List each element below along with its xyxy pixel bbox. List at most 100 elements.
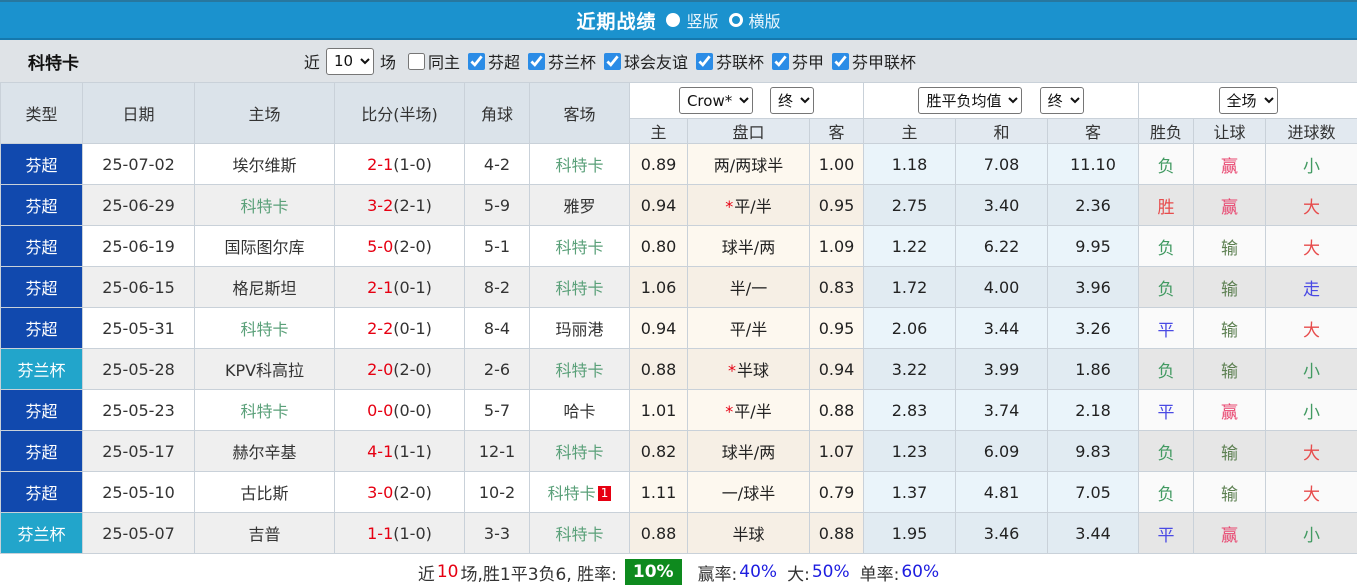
cell-handicap: 半/一 (687, 266, 810, 308)
cell-corner: 8-2 (464, 266, 530, 308)
layout-vertical-option[interactable]: 竖版 (666, 8, 719, 32)
league-checkbox-1[interactable] (527, 52, 545, 70)
games-label: 场 (379, 53, 396, 72)
cell-result-wdl: 胜 (1138, 184, 1195, 226)
match-row: 芬超 25-06-19 国际图尔库 5-0(2-0) 5-1 科特卡 0.80 球半/两 1.0… (0, 225, 1357, 267)
avg-select-group: 胜平负均值 终 (863, 82, 1140, 119)
cell-odds-away: 0.95 (808, 307, 865, 349)
cell-result-wdl: 负 (1138, 348, 1195, 390)
scope-select-group: 全场 (1138, 82, 1357, 119)
subcol-handicap: 盘口 (687, 118, 810, 144)
cell-handicap: 两/两球半 (687, 143, 810, 185)
cell-odds-home: 0.94 (629, 184, 688, 226)
half-score: (2-0) (393, 236, 432, 256)
cell-avg-away: 9.95 (1047, 225, 1140, 267)
cell-handicap: *半球 (687, 348, 810, 390)
recent-label: 近 (303, 53, 320, 72)
cell-corner: 3-3 (464, 512, 530, 554)
half-score: (0-1) (393, 277, 432, 297)
half-score: (0-0) (393, 400, 432, 420)
recent-count-select[interactable]: 10 (325, 47, 374, 75)
full-score: 2-0 (367, 359, 394, 379)
cell-result-goals: 走 (1265, 266, 1357, 308)
cell-result-handicap: 输 (1193, 348, 1267, 390)
cell-avg-draw: 4.00 (955, 266, 1049, 308)
big-rate-label: 大: (787, 564, 810, 585)
cell-avg-home: 2.75 (863, 184, 957, 226)
col-header-score: 比分(半场) (334, 82, 465, 144)
cell-corner: 5-7 (464, 389, 530, 431)
cell-result-handicap: 赢 (1193, 184, 1267, 226)
summary-recent-count: 10 (436, 562, 459, 582)
cell-avg-home: 3.22 (863, 348, 957, 390)
full-score: 2-1 (367, 277, 394, 297)
cell-corner: 12-1 (464, 430, 530, 472)
cell-away-team: 哈卡 (529, 389, 630, 431)
league-label-3: 芬联杯 (716, 53, 765, 72)
same-venue-checkbox[interactable] (407, 52, 425, 70)
match-row: 芬超 25-05-17 赫尔辛基 4-1(1-1) 12-1 科特卡 0.82 球半/两 1.0… (0, 430, 1357, 472)
league-checkbox-2[interactable] (604, 52, 621, 70)
full-score: 4-1 (367, 441, 394, 461)
star-mark: * (727, 361, 736, 380)
horizontal-radio-icon[interactable] (728, 13, 743, 27)
cell-handicap: 平/半 (687, 307, 810, 349)
subcol-odds-home: 主 (629, 118, 688, 144)
avg-time-select[interactable]: 终 (1039, 87, 1084, 114)
layout-horizontal-option[interactable]: 横版 (728, 8, 781, 32)
avg-type-select[interactable]: 胜平负均值 (918, 87, 1023, 114)
cell-league-type: 芬超 (0, 430, 83, 472)
cell-result-handicap: 输 (1193, 307, 1267, 349)
half-score: (0-1) (393, 318, 432, 338)
odds-time-select[interactable]: 终 (770, 87, 815, 114)
odds-company-select[interactable]: Crow* (678, 87, 753, 114)
cell-handicap: 一/球半 (687, 471, 810, 513)
scope-select[interactable]: 全场 (1218, 87, 1278, 114)
col-header-corner: 角球 (464, 82, 530, 144)
cell-odds-home: 0.88 (629, 512, 688, 554)
half-score: (2-1) (393, 195, 432, 215)
cell-date: 25-05-10 (82, 471, 195, 513)
cell-avg-home: 1.18 (863, 143, 957, 185)
league-label-5: 芬甲联杯 (852, 53, 917, 72)
league-label-1: 芬兰杯 (547, 53, 596, 72)
league-checkbox-0[interactable] (467, 52, 485, 70)
team-name: 科特卡 (28, 53, 79, 74)
cell-odds-home: 0.89 (629, 143, 688, 185)
horizontal-radio-label[interactable]: 横版 (749, 8, 781, 32)
cell-avg-home: 1.72 (863, 266, 957, 308)
cell-score: 5-0(2-0) (334, 225, 465, 267)
cell-result-handicap: 赢 (1193, 389, 1267, 431)
league-checkbox-5[interactable] (832, 52, 850, 70)
league-label-0: 芬超 (487, 53, 520, 72)
cell-away-team: 科特卡 (529, 225, 630, 267)
cell-home-team: 古比斯 (194, 471, 335, 513)
same-venue-label: 同主 (427, 53, 460, 72)
full-score: 0-0 (367, 400, 394, 420)
cell-odds-away: 1.00 (808, 143, 865, 185)
cell-league-type: 芬兰杯 (0, 512, 83, 554)
vertical-radio-label[interactable]: 竖版 (686, 8, 718, 32)
cell-odds-away: 0.83 (808, 266, 865, 308)
subcol-avg-draw: 和 (955, 118, 1049, 144)
red-card-badge: 1 (597, 486, 612, 501)
cell-avg-away: 3.44 (1047, 512, 1140, 554)
vertical-radio-icon[interactable] (666, 13, 681, 27)
cell-league-type: 芬超 (0, 307, 83, 349)
summary-stats: 场,胜1平3负6, 胜率: (460, 564, 617, 585)
league-checkbox-4[interactable] (772, 52, 790, 70)
cell-odds-away: 0.79 (808, 471, 865, 513)
cell-odds-home: 1.11 (629, 471, 688, 513)
cell-score: 3-2(2-1) (334, 184, 465, 226)
cell-odds-away: 0.95 (808, 184, 865, 226)
cell-avg-draw: 3.74 (955, 389, 1049, 431)
cell-away-team: 雅罗 (529, 184, 630, 226)
cell-avg-home: 1.22 (863, 225, 957, 267)
cell-score: 2-1(0-1) (334, 266, 465, 308)
cell-handicap: *平/半 (687, 389, 810, 431)
half-score: (1-0) (393, 154, 432, 174)
league-checkbox-3[interactable] (696, 52, 714, 70)
subcol-result-handicap: 让球 (1193, 118, 1267, 144)
full-score: 2-1 (367, 154, 394, 174)
cell-score: 4-1(1-1) (334, 430, 465, 472)
